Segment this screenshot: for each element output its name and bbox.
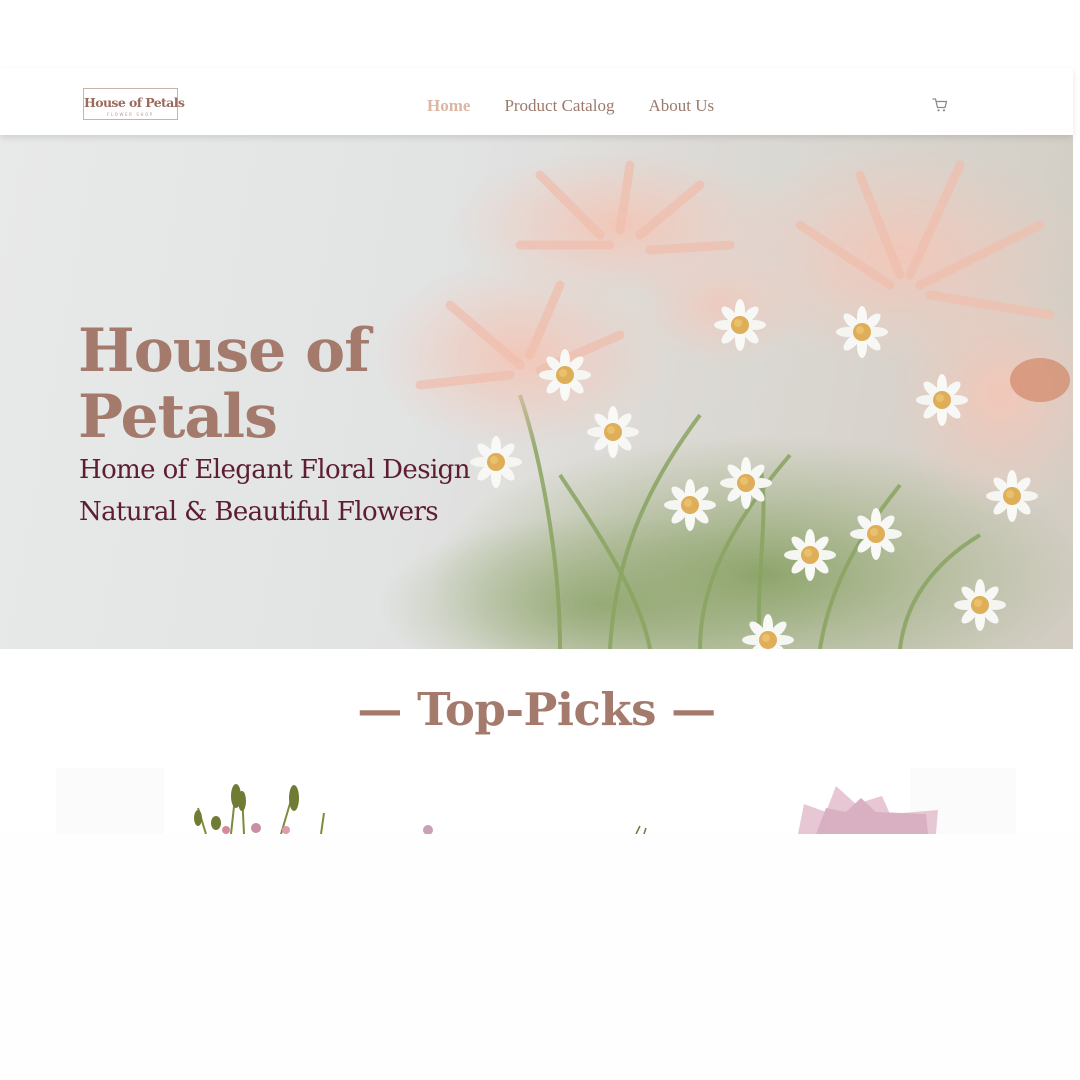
logo-title: House of Petals [84, 95, 185, 110]
hero-subtitle-2: Natural & Beautiful Flowers [79, 497, 439, 527]
top-picks-carousel [56, 768, 1016, 834]
hero-subtitle-1: Home of Elegant Floral Design [79, 455, 470, 485]
nav-product-catalog[interactable]: Product Catalog [504, 95, 614, 117]
nav-about-us[interactable]: About Us [648, 95, 714, 117]
brand-logo[interactable]: House of Petals FLOWER SHOP [83, 88, 185, 120]
hero-title-line-2: Petals [78, 382, 278, 452]
main-nav: Home Product Catalog About Us [427, 95, 748, 117]
product-image[interactable] [56, 768, 1016, 834]
hero-title-line-1: House of [78, 316, 370, 386]
logo-subtitle: FLOWER SHOP [107, 112, 154, 117]
site-header: House of Petals FLOWER SHOP Home Product… [0, 68, 1073, 135]
hero-banner: House of Petals Home of Elegant Floral D… [0, 135, 1073, 649]
cart-button[interactable] [931, 96, 949, 114]
top-picks-heading: — Top-Picks — [357, 683, 716, 736]
hero-title: House of Petals [78, 316, 370, 452]
page-body-blank [0, 834, 1080, 1080]
shopping-cart-icon [932, 98, 948, 112]
nav-home[interactable]: Home [427, 95, 470, 117]
